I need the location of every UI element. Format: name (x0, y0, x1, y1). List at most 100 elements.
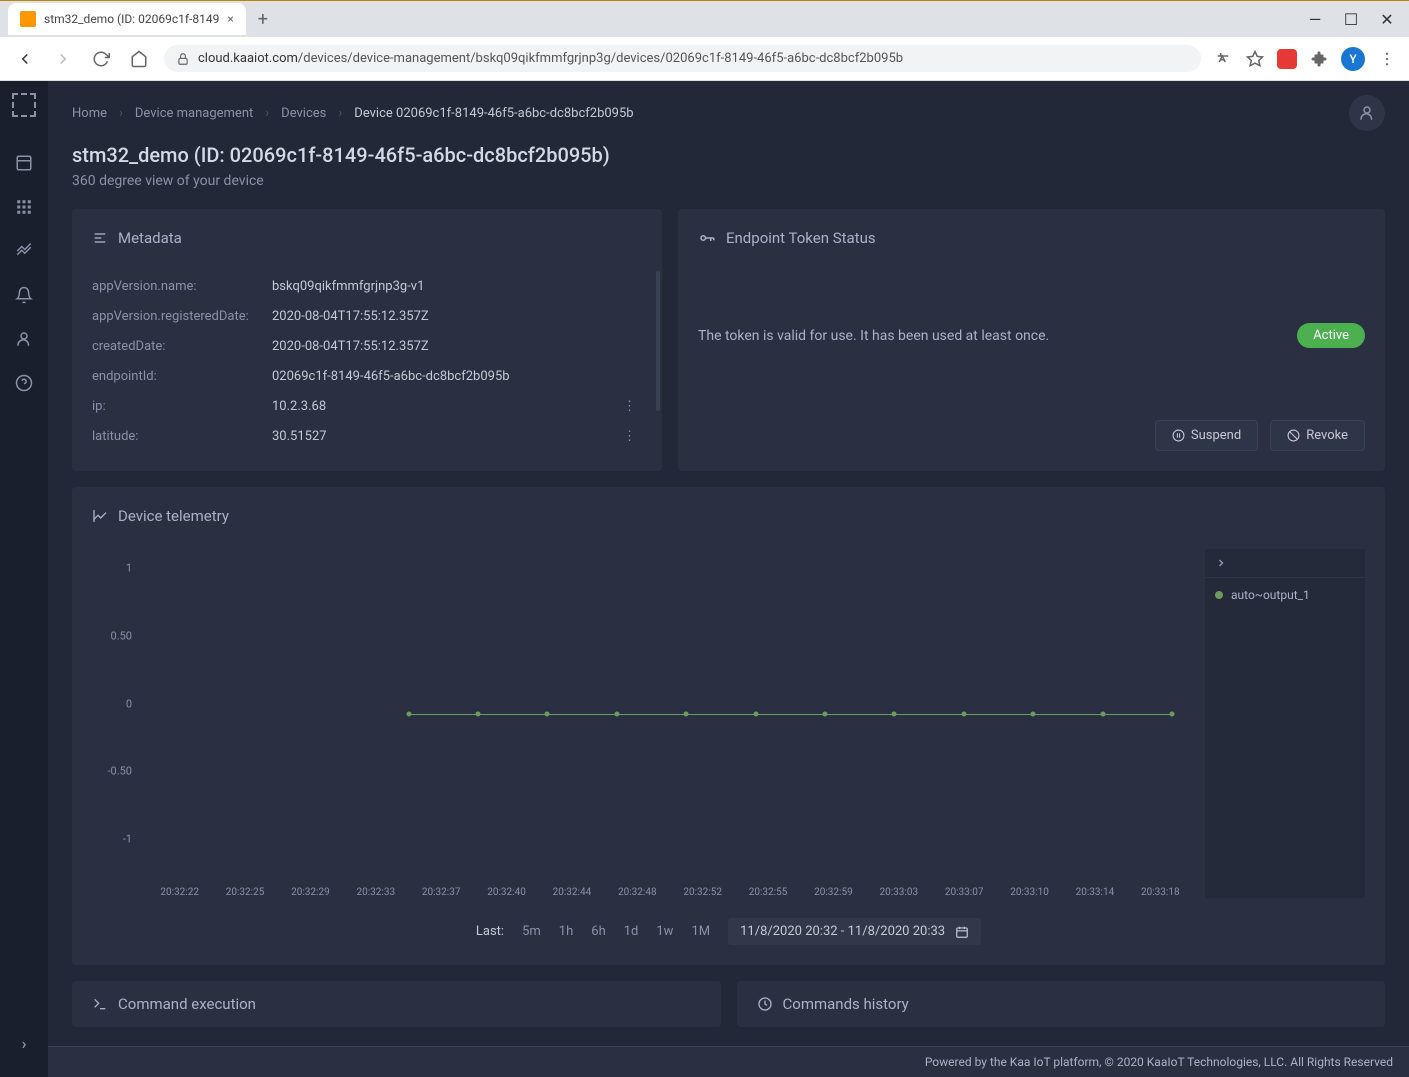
chevron-right-icon: › (338, 106, 342, 121)
chart-point (1100, 712, 1105, 717)
breadcrumb-link[interactable]: Home (72, 106, 107, 121)
menu-icon[interactable] (1377, 49, 1397, 69)
profile-avatar[interactable]: Y (1341, 47, 1365, 71)
maximize-icon[interactable]: ☐ (1345, 13, 1357, 25)
x-tick: 20:33:10 (997, 887, 1062, 898)
favicon-icon (20, 11, 36, 27)
chart-point (475, 712, 480, 717)
y-tick: 0 (126, 697, 132, 710)
command-execution-card: Command execution (72, 981, 721, 1027)
back-icon[interactable] (12, 46, 38, 72)
chart-point (684, 712, 689, 717)
new-tab-button[interactable]: + (246, 9, 280, 30)
sidebar-item-devices[interactable] (0, 185, 48, 229)
time-range-button[interactable]: 6h (591, 924, 605, 939)
revoke-button[interactable]: Revoke (1270, 420, 1365, 451)
address-bar: cloud.kaaiot.com/devices/device-manageme… (0, 37, 1409, 81)
metadata-value: 10.2.3.68 (272, 399, 617, 414)
chart-area[interactable]: 10.500-0.50-1 20:32:2220:32:2520:32:2920… (92, 549, 1193, 898)
metadata-key: appVersion.registeredDate: (92, 309, 272, 324)
time-range-button[interactable]: 1h (559, 924, 573, 939)
legend-collapse-button[interactable] (1205, 549, 1365, 578)
breadcrumb-link[interactable]: Devices (281, 106, 326, 121)
time-controls: Last: 5m 1h 6h 1d 1w 1M 11/8/2020 20:32 - 11/… (92, 918, 1365, 945)
metadata-row: latitude: 30.51527 ⋮ (92, 421, 642, 451)
time-range-picker[interactable]: 11/8/2020 20:32 - 11/8/2020 20:33 (728, 918, 981, 945)
legend-label: auto~output_1 (1231, 588, 1310, 602)
metadata-value: 2020-08-04T17:55:12.357Z (272, 339, 642, 354)
forward-icon[interactable] (50, 46, 76, 72)
breadcrumb-link[interactable]: Device management (135, 106, 253, 121)
chart-point (822, 712, 827, 717)
sidebar-item-alerts[interactable] (0, 273, 48, 317)
chart-icon (92, 508, 108, 524)
metadata-value: 2020-08-04T17:55:12.357Z (272, 309, 642, 324)
legend-dot-icon (1215, 591, 1223, 599)
metadata-row: appVersion.registeredDate: 2020-08-04T17… (92, 301, 642, 331)
time-range-button[interactable]: 1d (624, 924, 639, 939)
footer: Powered by the Kaa IoT platform, © 2020 … (48, 1046, 1409, 1077)
sidebar-item-users[interactable] (0, 317, 48, 361)
token-message: The token is valid for use. It has been … (698, 328, 1049, 344)
time-range-button[interactable]: 1w (656, 924, 673, 939)
star-icon[interactable] (1245, 49, 1265, 69)
extension-icon[interactable] (1277, 49, 1297, 69)
sidebar-item-help[interactable] (0, 361, 48, 405)
legend-item[interactable]: auto~output_1 (1205, 578, 1365, 612)
lock-icon (176, 52, 190, 66)
x-tick: 20:33:07 (932, 887, 997, 898)
metadata-row: appVersion.name: bskq09qikfmmfgrjnp3g-v1 (92, 271, 642, 301)
metadata-key: endpointId: (92, 369, 272, 384)
sidebar-expand-button[interactable]: › (0, 1021, 48, 1065)
minimize-icon[interactable]: — (1309, 13, 1321, 25)
x-tick: 20:33:14 (1062, 887, 1127, 898)
metadata-key: ip: (92, 399, 272, 414)
close-window-icon[interactable]: ✕ (1381, 13, 1393, 25)
close-icon[interactable]: × (227, 12, 233, 26)
suspend-button[interactable]: Suspend (1155, 420, 1258, 451)
translate-icon[interactable] (1213, 49, 1233, 69)
chart-point (961, 712, 966, 717)
history-icon (757, 996, 773, 1012)
x-tick: 20:32:59 (801, 887, 866, 898)
sidebar-item-analytics[interactable] (0, 229, 48, 273)
tab-bar: stm32_demo (ID: 02069c1f-8149 × + — ☐ ✕ (0, 1, 1409, 37)
metadata-row: ip: 10.2.3.68 ⋮ (92, 391, 642, 421)
chevron-right-icon (1215, 557, 1227, 569)
y-tick: -0.50 (108, 765, 133, 778)
metadata-row: createdDate: 2020-08-04T17:55:12.357Z (92, 331, 642, 361)
more-icon[interactable]: ⋮ (617, 429, 642, 444)
commands-history-card: Commands history (737, 981, 1386, 1027)
extensions-icon[interactable] (1309, 49, 1329, 69)
browser-tab[interactable]: stm32_demo (ID: 02069c1f-8149 × (8, 3, 246, 35)
user-menu-button[interactable] (1349, 95, 1385, 131)
home-icon[interactable] (126, 46, 152, 72)
x-tick: 20:32:48 (605, 887, 670, 898)
metadata-key: appVersion.name: (92, 279, 272, 294)
x-tick: 20:32:55 (735, 887, 800, 898)
x-tick: 20:32:29 (278, 887, 343, 898)
metadata-value: 02069c1f-8149-46f5-a6bc-dc8bcf2b095b (272, 369, 642, 384)
time-range-button[interactable]: 1M (691, 924, 710, 939)
logo-icon[interactable] (12, 93, 36, 117)
terminal-icon (92, 996, 108, 1012)
status-badge: Active (1297, 323, 1365, 348)
x-tick: 20:32:33 (343, 887, 408, 898)
metadata-card: Metadata appVersion.name: bskq09qikfmmfg… (72, 209, 662, 471)
chevron-right-icon: › (119, 106, 123, 121)
y-tick: -1 (123, 833, 132, 846)
key-icon (698, 229, 716, 247)
chevron-right-icon: › (265, 106, 269, 121)
x-tick: 20:32:40 (474, 887, 539, 898)
reload-icon[interactable] (88, 46, 114, 72)
x-tick: 20:33:18 (1128, 887, 1193, 898)
time-range-button[interactable]: 5m (522, 924, 541, 939)
more-icon[interactable]: ⋮ (617, 399, 642, 414)
url-input[interactable]: cloud.kaaiot.com/devices/device-manageme… (164, 45, 1201, 72)
page-title: stm32_demo (ID: 02069c1f-8149-46f5-a6bc-… (72, 143, 1385, 167)
y-tick: 1 (126, 561, 132, 574)
time-label: Last: (476, 924, 504, 939)
telemetry-title: Device telemetry (118, 507, 229, 525)
token-card: Endpoint Token Status The token is valid… (678, 209, 1385, 471)
sidebar-item-dashboard[interactable] (0, 141, 48, 185)
